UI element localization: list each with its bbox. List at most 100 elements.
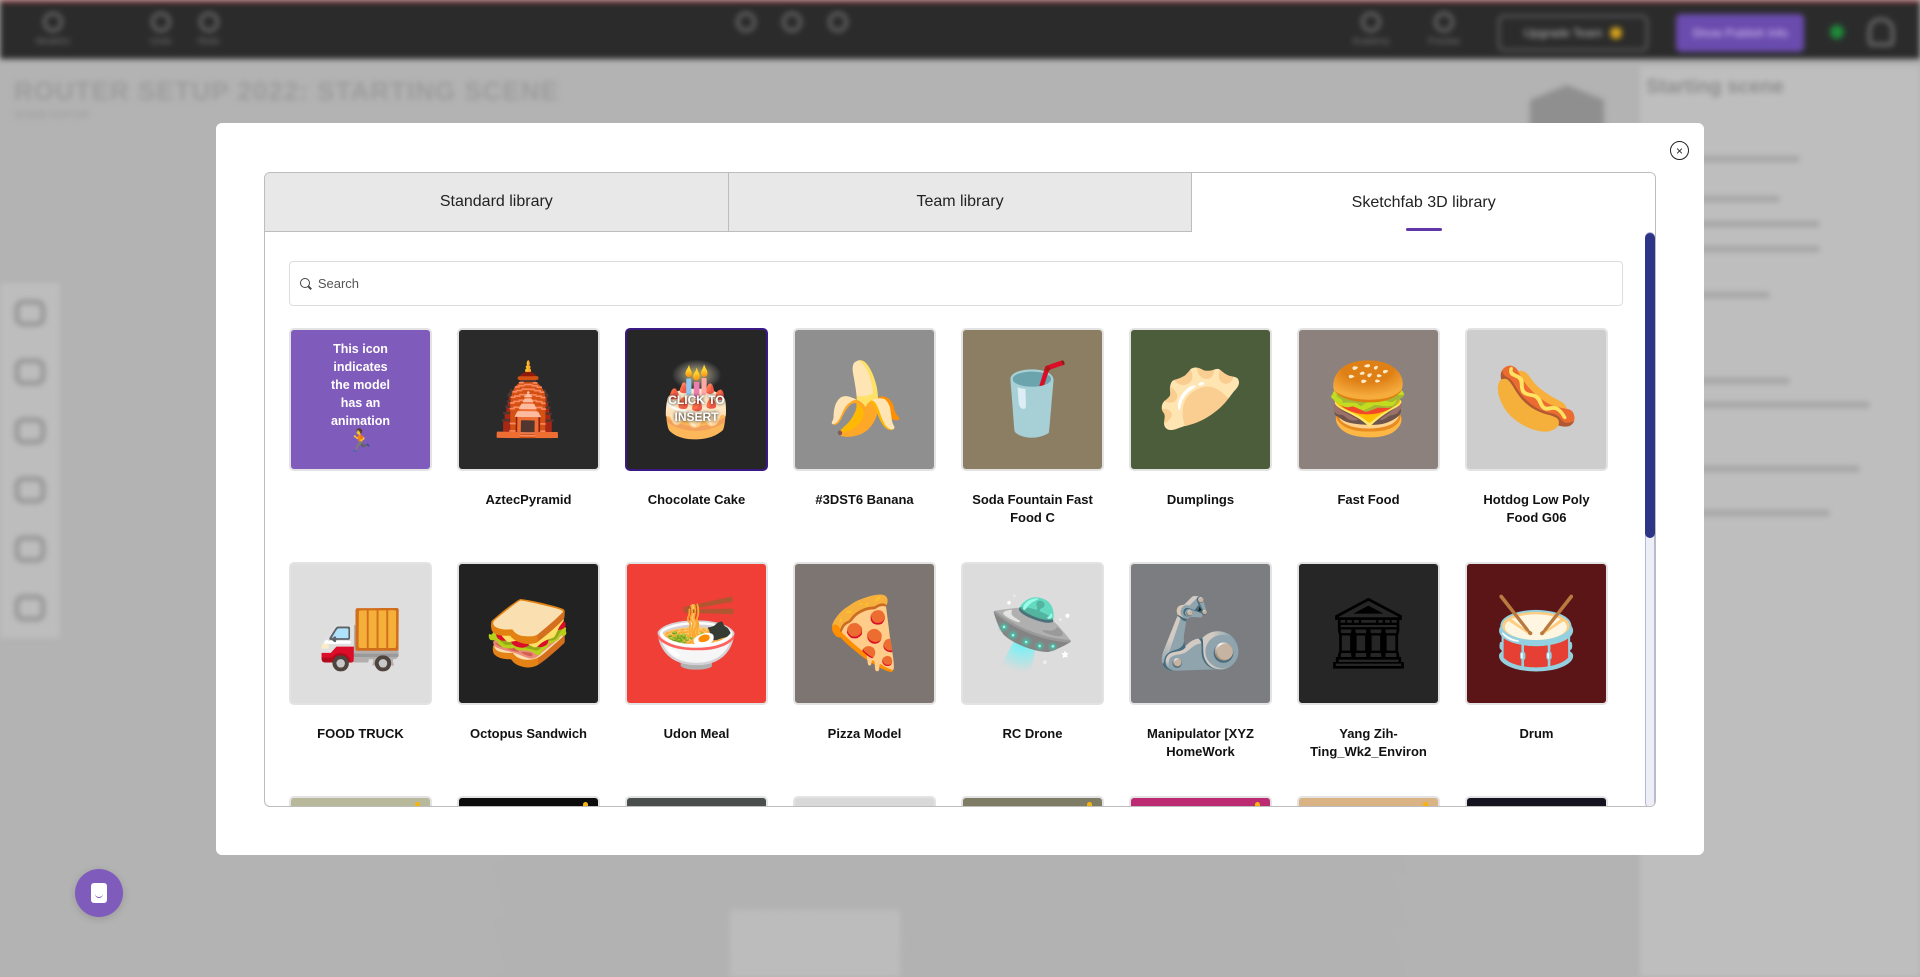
model-card[interactable] <box>1465 796 1608 806</box>
model-card[interactable] <box>793 796 936 806</box>
model-preview-image: 🥤 <box>988 359 1077 438</box>
model-thumbnail[interactable] <box>1297 796 1440 806</box>
model-card[interactable]: 🍔 Fast Food <box>1297 328 1440 509</box>
model-name: Pizza Model <box>827 726 902 741</box>
model-name: Udon Meal <box>663 726 730 741</box>
model-name: FOOD TRUCK <box>317 726 404 741</box>
model-card[interactable]: 🏛 Yang Zih-Ting_Wk2_Environ <box>1297 562 1440 761</box>
model-thumbnail[interactable] <box>1129 796 1272 806</box>
model-card[interactable]: 🍕 Pizza Model <box>793 562 936 743</box>
model-thumbnail[interactable] <box>961 796 1104 806</box>
model-thumbnail[interactable]: 🍜 <box>625 562 768 705</box>
tab-label: Sketchfab 3D library <box>1351 193 1496 211</box>
model-card[interactable]: 🛸 RC Drone <box>961 562 1104 743</box>
model-thumbnail[interactable] <box>793 796 936 806</box>
model-thumbnail[interactable]: 🥟 <box>1129 328 1272 471</box>
model-preview-image: 🦾 <box>1156 593 1245 672</box>
model-card[interactable]: 🍌 #3DST6 Banana <box>793 328 936 509</box>
info-text: This icon <box>333 342 388 356</box>
model-name: Manipulator [XYZ HomeWork <box>1147 726 1254 759</box>
model-name: Soda Fountain Fast Food C <box>972 492 1093 525</box>
model-thumbnail[interactable] <box>457 796 600 806</box>
animation-badge-icon <box>415 802 420 806</box>
model-card[interactable]: 🚚 FOOD TRUCK <box>289 562 432 743</box>
close-icon: × <box>1675 143 1683 158</box>
info-text: has an <box>340 396 381 410</box>
model-card[interactable] <box>1129 796 1272 806</box>
chat-icon <box>91 883 107 903</box>
scrollbar-thumb[interactable] <box>1645 233 1655 539</box>
running-person-icon: 🏃 <box>346 428 375 453</box>
model-thumbnail[interactable]: 🛕 <box>457 328 600 471</box>
active-tab-indicator <box>1405 228 1442 231</box>
tab-standard-library[interactable]: Standard library <box>265 173 729 232</box>
model-name: AztecPyramid <box>485 492 572 507</box>
model-thumbnail[interactable]: 🍌 <box>793 328 936 471</box>
model-name: Dumplings <box>1166 492 1235 507</box>
tab-sketchfab-library[interactable]: Sketchfab 3D library <box>1192 173 1655 232</box>
model-name: Hotdog Low Poly Food G06 <box>1483 492 1590 525</box>
model-thumbnail[interactable]: 🥤 <box>961 328 1104 471</box>
model-thumbnail[interactable]: 🚚 <box>289 562 432 705</box>
model-name: Fast Food <box>1337 492 1400 507</box>
model-thumbnail[interactable]: 🍕 <box>793 562 936 705</box>
model-preview-image: 🥁 <box>1492 593 1581 672</box>
model-thumbnail[interactable]: 🌭 <box>1465 328 1608 471</box>
model-card[interactable]: 🥤 Soda Fountain Fast Food C <box>961 328 1104 527</box>
model-preview-image: 🥪 <box>484 593 573 672</box>
model-thumbnail[interactable]: 🛸 <box>961 562 1104 705</box>
model-thumbnail[interactable] <box>625 796 768 806</box>
chat-support-button[interactable] <box>75 869 123 917</box>
model-thumbnail[interactable]: 🥪 <box>457 562 600 705</box>
model-card[interactable]: 🥁 Drum <box>1465 562 1608 743</box>
model-card[interactable] <box>289 796 432 806</box>
animation-badge-icon <box>1423 802 1428 806</box>
model-preview-image: 🍕 <box>820 593 909 672</box>
model-preview-image: 🛕 <box>484 359 573 438</box>
model-card[interactable] <box>625 796 768 806</box>
close-modal-button[interactable]: × <box>1670 141 1689 160</box>
search-input[interactable] <box>317 276 1622 291</box>
model-card[interactable]: 🎂 CLICK TO INSERT Chocolate Cake <box>625 328 768 509</box>
search-icon <box>300 277 312 290</box>
model-preview-image: 🍌 <box>820 359 909 438</box>
model-name: Yang Zih-Ting_Wk2_Environ <box>1310 726 1427 759</box>
grid-scrollbar[interactable] <box>1645 232 1655 806</box>
model-thumbnail[interactable]: 🍔 <box>1297 328 1440 471</box>
model-card[interactable] <box>1297 796 1440 806</box>
model-thumbnail[interactable] <box>289 796 432 806</box>
model-card[interactable]: 🍜 Udon Meal <box>625 562 768 743</box>
search-field[interactable] <box>289 261 1623 306</box>
model-preview-image: 🍔 <box>1324 359 1413 438</box>
tab-team-library[interactable]: Team library <box>728 173 1193 232</box>
model-card[interactable]: 🦾 Manipulator [XYZ HomeWork <box>1129 562 1272 761</box>
model-card[interactable] <box>457 796 600 806</box>
model-thumbnail[interactable] <box>1465 796 1608 806</box>
model-card[interactable]: 🥟 Dumplings <box>1129 328 1272 509</box>
model-thumbnail[interactable]: 🥁 <box>1465 562 1608 705</box>
model-name: Drum <box>1519 726 1554 741</box>
model-card[interactable]: 🛕 AztecPyramid <box>457 328 600 509</box>
model-thumbnail[interactable]: 🦾 <box>1129 562 1272 705</box>
model-name: RC Drone <box>1002 726 1063 741</box>
model-preview-image: 🚚 <box>316 593 405 672</box>
library-tabs: Standard library Team library Sketchfab … <box>265 173 1655 232</box>
model-thumbnail[interactable]: 🎂 CLICK TO INSERT <box>625 328 768 471</box>
animation-badge-icon <box>1255 802 1260 806</box>
model-card[interactable]: 🥪 Octopus Sandwich <box>457 562 600 743</box>
model-preview-image: 🥟 <box>1156 359 1245 438</box>
animation-info-tile: This icon indicates the model has an ani… <box>289 328 432 471</box>
animation-info-card: This icon indicates the model has an ani… <box>289 328 432 471</box>
library-modal: × Standard library Team library Sketchfa… <box>216 123 1704 855</box>
model-preview-image: 🍜 <box>652 593 741 672</box>
model-name: Chocolate Cake <box>647 492 746 507</box>
model-preview-image: 🌭 <box>1492 359 1581 438</box>
click-to-insert-label: CLICK TO INSERT <box>668 393 725 424</box>
animation-badge-icon <box>583 802 588 806</box>
info-text: the model <box>330 378 391 392</box>
model-thumbnail[interactable]: 🏛 <box>1297 562 1440 705</box>
model-card[interactable]: 🌭 Hotdog Low Poly Food G06 <box>1465 328 1608 527</box>
animation-badge-icon <box>1087 802 1092 806</box>
model-card[interactable] <box>961 796 1104 806</box>
info-text: indicates <box>333 360 388 374</box>
